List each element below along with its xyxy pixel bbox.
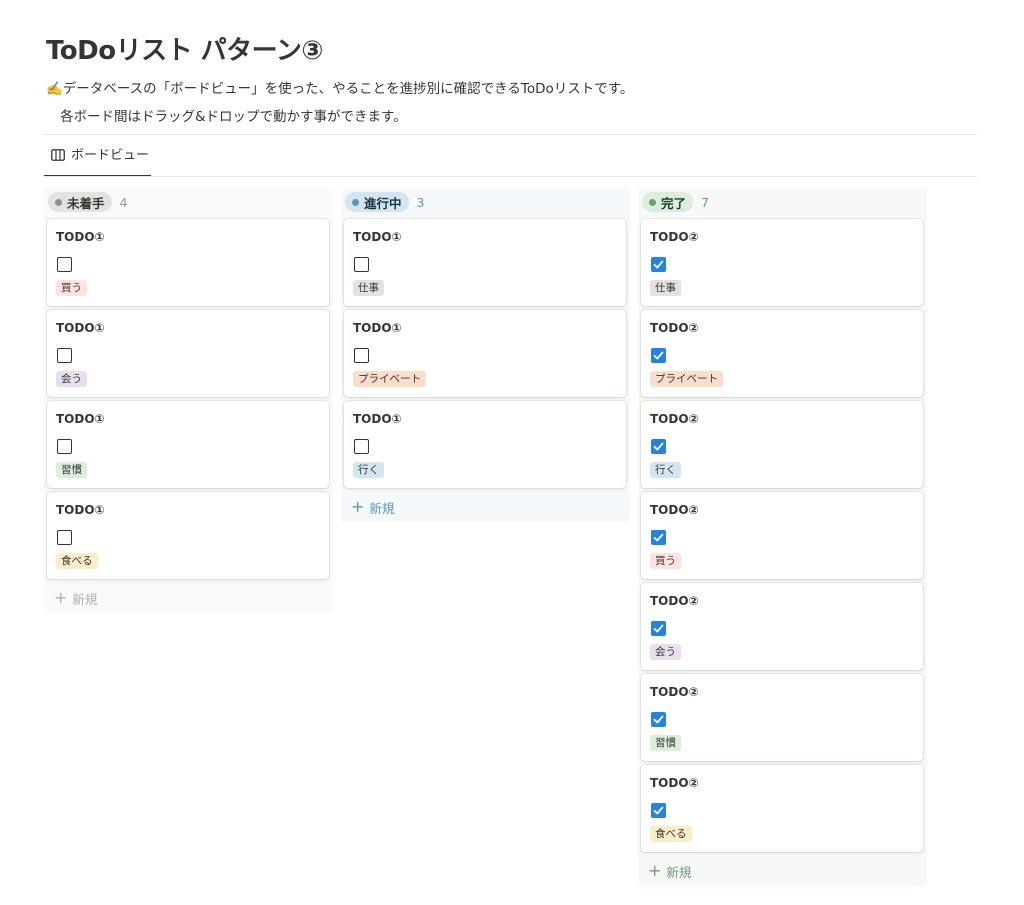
- board-column-not-started: 未着手 4 TODO① 買う TODO① 会う TODO① 習慣 TODO① 食べる + 新規: [44, 188, 333, 613]
- checkbox-unchecked[interactable]: [354, 439, 369, 454]
- category-tag: 会う: [650, 644, 681, 660]
- column-count: 4: [119, 194, 128, 210]
- category-tag: 行く: [650, 462, 681, 478]
- page-title: ToDoリスト パターン③: [46, 36, 323, 66]
- checkbox-unchecked[interactable]: [354, 257, 369, 272]
- tab-board-view[interactable]: ボードビュー: [44, 146, 151, 177]
- card-title: TODO①: [353, 230, 402, 244]
- checkbox-checked[interactable]: [651, 712, 666, 727]
- todo-card[interactable]: TODO① 会う: [47, 310, 329, 397]
- column-count: 3: [416, 194, 425, 210]
- new-card-label: 新規: [666, 864, 692, 880]
- checkmark-icon: [653, 442, 664, 451]
- status-dot-icon: [55, 198, 62, 206]
- column-header: 未着手 4: [47, 192, 330, 212]
- board-column-done: 完了 7 TODO② 仕事 TODO② プライベート TODO② 行く TODO② 買う TODO②…: [638, 188, 927, 886]
- checkbox-checked[interactable]: [651, 257, 666, 272]
- card-title: TODO①: [56, 230, 105, 244]
- divider: [44, 134, 977, 135]
- column-header: 進行中 3: [344, 192, 627, 212]
- todo-card[interactable]: TODO① 習慣: [47, 401, 329, 488]
- checkbox-checked[interactable]: [651, 439, 666, 454]
- card-title: TODO②: [650, 594, 699, 608]
- board-column-in-progress: 進行中 3 TODO① 仕事 TODO① プライベート TODO① 行く + 新規: [341, 188, 630, 522]
- column-count: 7: [701, 194, 709, 210]
- status-dot-icon: [352, 198, 359, 206]
- checkbox-checked[interactable]: [651, 348, 666, 363]
- checkbox-unchecked[interactable]: [57, 530, 72, 545]
- category-tag: 習慣: [56, 462, 87, 478]
- todo-card[interactable]: TODO② 習慣: [641, 674, 923, 761]
- category-tag: 買う: [56, 280, 87, 296]
- new-card-button[interactable]: + 新規: [47, 583, 330, 613]
- plus-icon: +: [351, 497, 365, 516]
- status-label: 完了: [661, 195, 687, 211]
- new-card-button[interactable]: + 新規: [641, 856, 924, 886]
- checkmark-icon: [653, 533, 664, 542]
- checkbox-checked[interactable]: [651, 803, 666, 818]
- card-title: TODO②: [650, 230, 699, 244]
- todo-card[interactable]: TODO① 食べる: [47, 492, 329, 579]
- checkbox-unchecked[interactable]: [354, 348, 369, 363]
- category-tag: 仕事: [650, 280, 681, 296]
- checkmark-icon: [653, 351, 664, 360]
- category-tag: プライベート: [650, 371, 723, 387]
- card-title: TODO②: [650, 321, 699, 335]
- todo-card[interactable]: TODO① プライベート: [344, 310, 626, 397]
- card-title: TODO②: [650, 685, 699, 699]
- todo-card[interactable]: TODO① 買う: [47, 219, 329, 306]
- todo-card[interactable]: TODO② 食べる: [641, 765, 923, 852]
- card-title: TODO①: [56, 503, 105, 517]
- category-tag: 会う: [56, 371, 87, 387]
- card-title: TODO①: [353, 321, 402, 335]
- checkmark-icon: [653, 260, 664, 269]
- todo-card[interactable]: TODO② 仕事: [641, 219, 923, 306]
- status-pill[interactable]: 完了: [642, 192, 694, 212]
- category-tag: プライベート: [353, 371, 426, 387]
- plus-icon: +: [648, 861, 662, 880]
- card-title: TODO②: [650, 776, 699, 790]
- checkbox-unchecked[interactable]: [57, 439, 72, 454]
- category-tag: 習慣: [650, 735, 681, 751]
- card-title: TODO①: [56, 412, 105, 426]
- checkbox-checked[interactable]: [651, 621, 666, 636]
- todo-card[interactable]: TODO② 買う: [641, 492, 923, 579]
- checkbox-unchecked[interactable]: [57, 348, 72, 363]
- column-header: 完了 7: [641, 192, 924, 212]
- checkmark-icon: [653, 806, 664, 815]
- checkmark-icon: [653, 715, 664, 724]
- todo-card[interactable]: TODO② 会う: [641, 583, 923, 670]
- todo-card[interactable]: TODO① 行く: [344, 401, 626, 488]
- status-label: 未着手: [67, 195, 105, 211]
- tab-board-view-label: ボードビュー: [71, 148, 150, 163]
- board-icon: [51, 149, 65, 161]
- todo-card[interactable]: TODO② 行く: [641, 401, 923, 488]
- new-card-label: 新規: [72, 591, 98, 607]
- category-tag: 行く: [353, 462, 384, 478]
- checkbox-checked[interactable]: [651, 530, 666, 545]
- todo-card[interactable]: TODO① 仕事: [344, 219, 626, 306]
- new-card-button[interactable]: + 新規: [344, 492, 627, 522]
- category-tag: 食べる: [650, 826, 692, 842]
- new-card-label: 新規: [369, 500, 395, 516]
- card-title: TODO①: [56, 321, 105, 335]
- checkbox-unchecked[interactable]: [57, 257, 72, 272]
- status-pill[interactable]: 進行中: [345, 192, 409, 212]
- todo-card[interactable]: TODO② プライベート: [641, 310, 923, 397]
- plus-icon: +: [54, 588, 68, 607]
- page-description-line1: ✍️データベースの「ボードビュー」を使った、やることを進捗別に確認できるToDo…: [46, 81, 634, 97]
- category-tag: 食べる: [56, 553, 98, 569]
- page-description-line2: 各ボード間はドラッグ&ドロップで動かす事ができます。: [60, 109, 407, 125]
- card-title: TODO②: [650, 412, 699, 426]
- category-tag: 仕事: [353, 280, 384, 296]
- card-title: TODO①: [353, 412, 402, 426]
- status-pill[interactable]: 未着手: [48, 192, 112, 212]
- checkmark-icon: [653, 624, 664, 633]
- divider: [44, 176, 977, 177]
- card-title: TODO②: [650, 503, 699, 517]
- status-label: 進行中: [364, 195, 402, 211]
- category-tag: 買う: [650, 553, 681, 569]
- status-dot-icon: [649, 198, 656, 206]
